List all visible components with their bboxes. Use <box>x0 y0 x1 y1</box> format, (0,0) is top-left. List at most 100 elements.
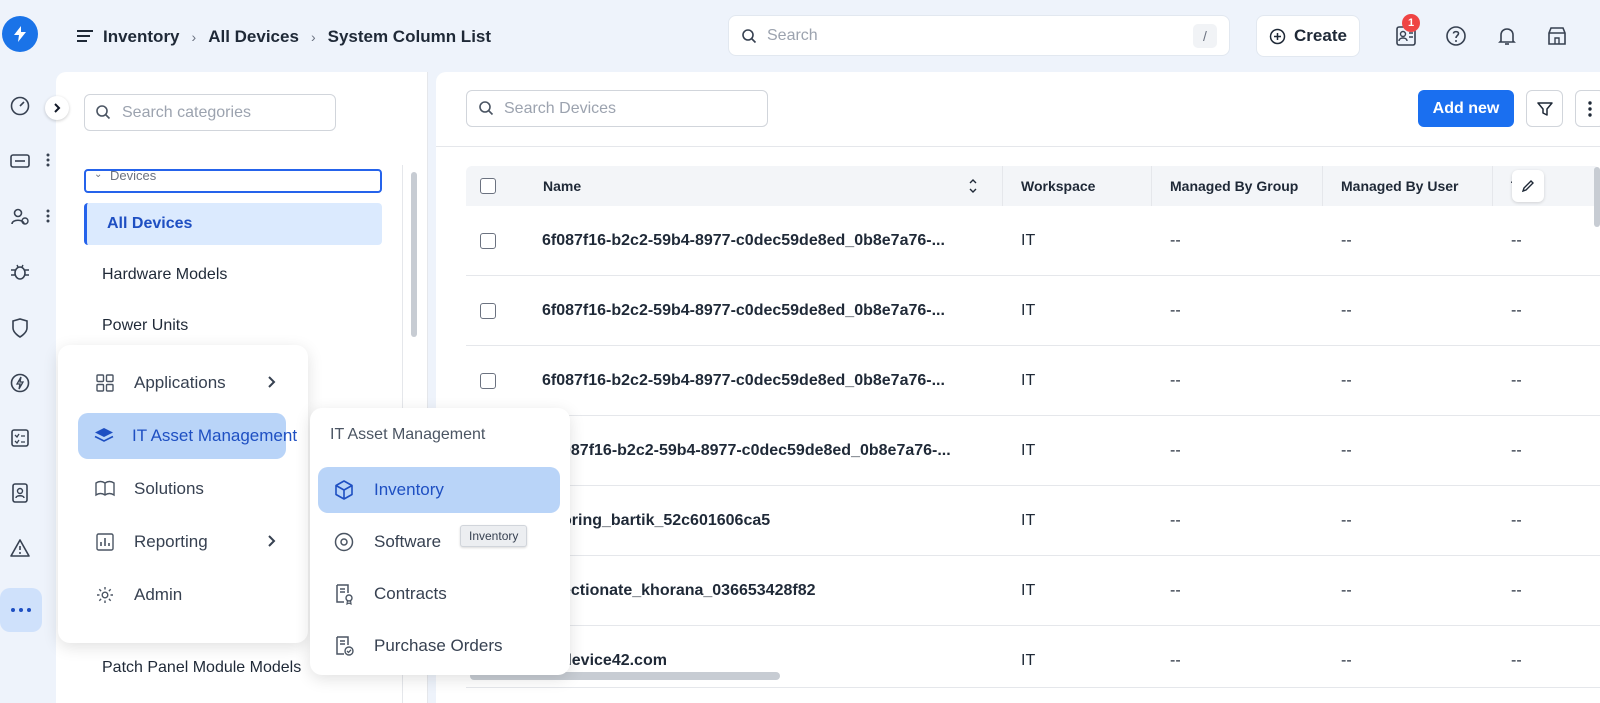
sort-icon[interactable] <box>968 166 978 206</box>
cell-managed-by-group: -- <box>1170 302 1181 319</box>
submenu-item-label: Inventory <box>374 480 444 499</box>
cell-workspace: IT <box>1021 512 1036 529</box>
more-vertical-icon[interactable] <box>44 150 52 170</box>
global-search[interactable]: / <box>728 15 1230 56</box>
menu-item-reporting[interactable]: Reporting <box>78 519 286 565</box>
submenu-item-purchase-orders[interactable]: Purchase Orders <box>318 623 560 669</box>
column-header-workspace[interactable]: Workspace <box>1021 166 1095 206</box>
edit-columns-button[interactable] <box>1512 170 1544 202</box>
table-row[interactable]: ectionate_khorana_036653428f82 IT -- -- -- <box>466 556 1600 626</box>
cell-name[interactable]: 6f087f16-b2c2-59b4-8977-c0dec59de8ed_0b8… <box>542 206 988 276</box>
row-checkbox[interactable] <box>480 373 496 389</box>
submenu-item-inventory[interactable]: Inventory <box>318 467 560 513</box>
breadcrumb-inventory[interactable]: Inventory <box>103 27 180 47</box>
store-icon[interactable] <box>1543 22 1571 50</box>
checklist-icon[interactable] <box>6 424 34 452</box>
vertical-scrollbar[interactable] <box>1594 167 1600 227</box>
row-checkbox-cell <box>480 346 496 416</box>
chevron-right-icon <box>266 374 276 395</box>
create-label: Create <box>1294 26 1347 45</box>
it-asset-management-submenu: IT Asset Management Inventory Software C… <box>310 408 570 675</box>
row-checkbox[interactable] <box>480 233 496 249</box>
menu-item-admin[interactable]: Admin <box>78 572 286 618</box>
warning-icon[interactable] <box>6 534 34 562</box>
cell-name[interactable]: oring_bartik_52c601606ca5 <box>562 486 1008 556</box>
cube-icon <box>332 479 356 501</box>
add-new-button[interactable]: Add new <box>1418 90 1514 127</box>
row-checkbox-cell <box>480 206 496 276</box>
cell-extra: -- <box>1511 582 1522 599</box>
menu-item-label: Applications <box>134 373 226 392</box>
bell-icon[interactable] <box>1493 22 1521 50</box>
more-vertical-icon[interactable] <box>44 206 52 226</box>
cell-name[interactable]: device42.com <box>562 626 1008 696</box>
cell-managed-by-group: -- <box>1170 372 1181 389</box>
grid-icon <box>94 374 116 392</box>
id-card-icon[interactable] <box>6 479 34 507</box>
app-logo[interactable] <box>2 16 38 52</box>
category-scrollbar[interactable] <box>411 172 417 337</box>
cell-workspace: IT <box>1021 652 1036 669</box>
breadcrumb-all-devices[interactable]: All Devices <box>208 27 299 47</box>
cell-name[interactable]: ectionate_khorana_036653428f82 <box>562 556 1008 626</box>
column-separator <box>1492 166 1493 206</box>
contract-icon <box>332 583 356 605</box>
purchase-order-icon <box>332 635 356 657</box>
category-search[interactable] <box>84 94 336 131</box>
search-icon <box>95 104 111 125</box>
column-header-managed-by-user[interactable]: Managed By User <box>1341 166 1458 206</box>
menu-item-it-asset-management[interactable]: IT Asset Management <box>78 413 297 459</box>
cell-workspace: IT <box>1021 442 1036 459</box>
category-group-devices[interactable]: ⌄ Devices <box>84 169 382 193</box>
cell-managed-by-user: -- <box>1341 582 1352 599</box>
table-row[interactable]: 6f087f16-b2c2-59b4-8977-c0dec59de8ed_0b8… <box>466 276 1600 346</box>
lightning-icon[interactable] <box>6 369 34 397</box>
submenu-item-contracts[interactable]: Contracts <box>318 571 560 617</box>
table-row[interactable]: oring_bartik_52c601606ca5 IT -- -- -- <box>466 486 1600 556</box>
cell-managed-by-user: -- <box>1341 372 1352 389</box>
column-header-managed-by-group[interactable]: Managed By Group <box>1170 166 1298 206</box>
more-icon[interactable] <box>0 588 42 632</box>
tooltip: Inventory <box>460 525 528 547</box>
cell-workspace: IT <box>1021 232 1036 249</box>
device-search-input[interactable] <box>504 99 754 119</box>
help-icon[interactable] <box>1442 22 1470 50</box>
create-button[interactable]: Create <box>1256 15 1360 57</box>
bug-icon[interactable] <box>6 258 34 286</box>
select-all-checkbox[interactable] <box>480 178 496 194</box>
search-input[interactable] <box>767 25 1167 47</box>
cell-workspace: IT <box>1021 582 1036 599</box>
search-icon <box>478 100 494 121</box>
expand-sidebar-button[interactable] <box>45 96 69 120</box>
cell-name[interactable]: 087f16-b2c2-59b4-8977-c0dec59de8ed_0b8e7… <box>562 416 1008 486</box>
cell-extra: -- <box>1511 372 1522 389</box>
table-row[interactable]: 087f16-b2c2-59b4-8977-c0dec59de8ed_0b8e7… <box>466 416 1600 486</box>
table-row[interactable]: 6f087f16-b2c2-59b4-8977-c0dec59de8ed_0b8… <box>466 206 1600 276</box>
chevron-right-icon <box>266 533 276 554</box>
layers-icon <box>94 427 114 445</box>
shield-icon[interactable] <box>6 314 34 342</box>
category-item-power-units[interactable]: Power Units <box>84 305 382 347</box>
category-item-hardware-models[interactable]: Hardware Models <box>84 254 382 296</box>
category-search-input[interactable] <box>122 103 322 123</box>
report-icon <box>94 533 116 551</box>
chevron-down-icon: ⌄ <box>94 169 103 180</box>
users-icon[interactable] <box>6 203 34 231</box>
cell-managed-by-user: -- <box>1341 232 1352 249</box>
cell-managed-by-group: -- <box>1170 582 1181 599</box>
category-item-all-devices[interactable]: All Devices <box>84 203 382 245</box>
menu-item-applications[interactable]: Applications <box>78 360 286 406</box>
menu-item-solutions[interactable]: Solutions <box>78 466 286 512</box>
device-search[interactable] <box>466 90 768 127</box>
column-header-name[interactable]: Name <box>543 166 581 206</box>
filter-button[interactable] <box>1526 90 1563 127</box>
row-checkbox[interactable] <box>480 303 496 319</box>
ticket-icon[interactable] <box>6 147 34 175</box>
gauge-icon[interactable] <box>6 92 34 120</box>
table-row[interactable]: 6f087f16-b2c2-59b4-8977-c0dec59de8ed_0b8… <box>466 346 1600 416</box>
cell-name[interactable]: 6f087f16-b2c2-59b4-8977-c0dec59de8ed_0b8… <box>542 276 988 346</box>
menu-icon[interactable] <box>76 28 94 49</box>
more-options-button[interactable] <box>1575 90 1600 127</box>
cell-name[interactable]: 6f087f16-b2c2-59b4-8977-c0dec59de8ed_0b8… <box>542 346 988 416</box>
cell-extra: -- <box>1511 512 1522 529</box>
